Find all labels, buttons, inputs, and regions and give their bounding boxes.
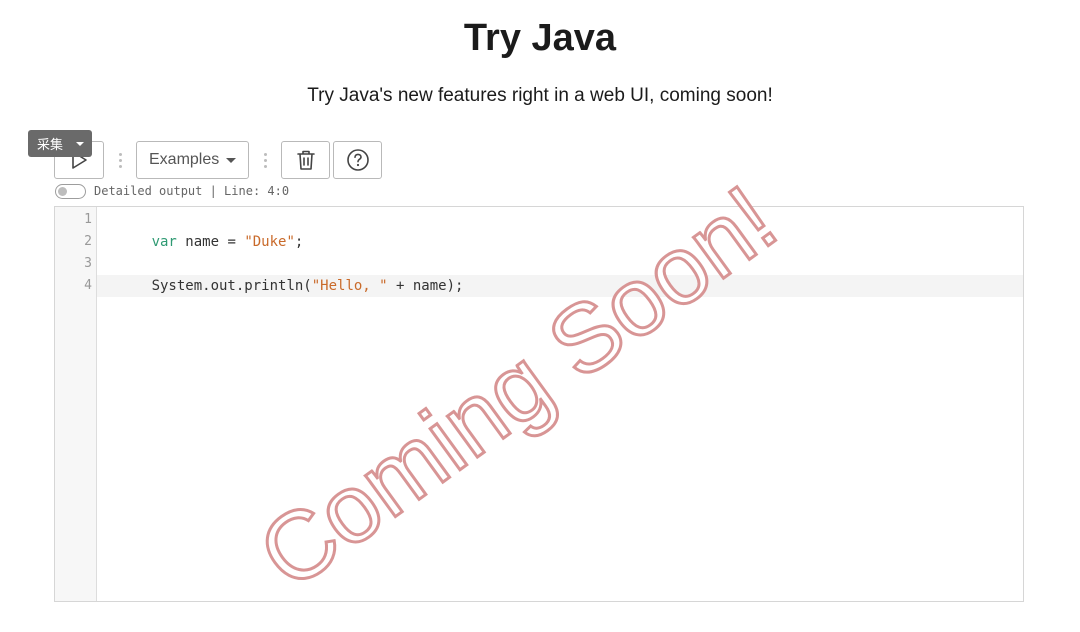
collect-caret-icon xyxy=(76,142,84,146)
help-circle-icon xyxy=(346,149,369,171)
toolbar-separator xyxy=(249,141,281,179)
caret-down-icon xyxy=(226,157,236,163)
page-subtitle: Try Java's new features right in a web U… xyxy=(307,85,773,106)
line-number: 4 xyxy=(84,278,92,293)
code-token: name = xyxy=(176,234,245,250)
code-line: System.out.println("Hello, " + name); xyxy=(101,253,464,319)
status-bar: Detailed output | Line: 4:0 xyxy=(55,183,289,199)
code-token-string: "Hello, " xyxy=(311,278,388,294)
code-token-keyword: var xyxy=(151,234,177,250)
trash-icon xyxy=(296,150,315,170)
code-token-string: "Duke" xyxy=(244,234,295,250)
status-text: Detailed output | Line: 4:0 xyxy=(94,184,290,198)
help-button[interactable] xyxy=(333,141,382,179)
examples-dropdown[interactable]: Examples xyxy=(136,141,249,179)
line-number: 3 xyxy=(84,256,92,271)
line-number: 2 xyxy=(84,234,92,249)
line-number: 1 xyxy=(84,212,92,227)
detailed-output-toggle[interactable] xyxy=(55,183,86,199)
try-java-page: Try Java Try Java's new features right i… xyxy=(0,0,1080,632)
code-editor[interactable]: 1 2 3 4 var name = "Duke"; System.out.pr… xyxy=(54,206,1024,602)
collect-button[interactable]: 采集 xyxy=(28,130,92,157)
code-token: System.out.println( xyxy=(151,278,312,294)
examples-label: Examples xyxy=(149,151,220,168)
toggle-knob xyxy=(58,186,67,196)
editor-toolbar: Examples xyxy=(54,140,382,180)
toolbar-separator xyxy=(104,141,136,179)
collect-label: 采集 xyxy=(37,138,64,153)
code-token: + name); xyxy=(387,278,464,294)
clear-button[interactable] xyxy=(281,141,330,179)
code-token: ; xyxy=(294,234,304,250)
page-title: Try Java xyxy=(463,17,617,59)
